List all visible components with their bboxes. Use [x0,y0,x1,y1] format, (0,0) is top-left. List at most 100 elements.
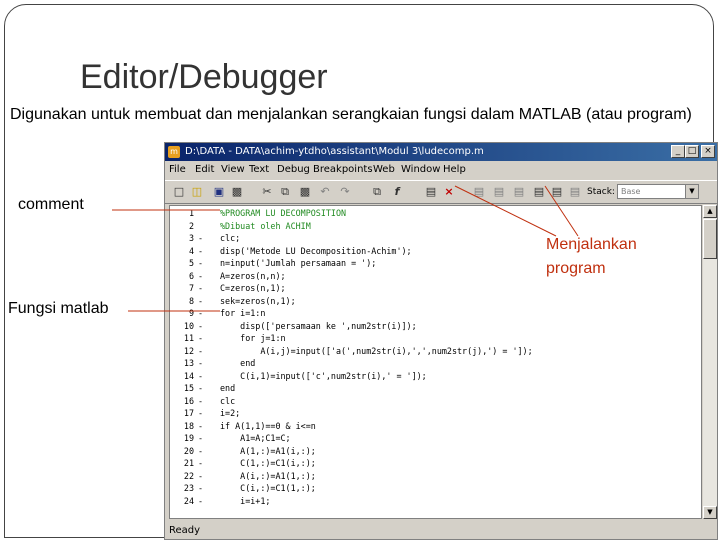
breakpoint-marker[interactable]: - [198,371,206,382]
chevron-down-icon[interactable]: ▼ [685,185,698,198]
breakpoint-marker[interactable]: - [198,233,206,244]
line-number: 16 [183,395,194,406]
undo-icon[interactable]: ↶ [317,184,333,200]
line-number: 20 [183,445,194,456]
menu-help[interactable]: Help [443,164,466,175]
line-number: 24 [183,495,194,506]
exit-debug-icon[interactable]: ▤ [549,184,565,200]
code-line[interactable]: 12- A(i,j)=input(['a(',num2str(i),',',nu… [170,346,690,357]
clear-breakpoints-icon[interactable]: × [441,184,457,200]
paste-icon[interactable]: ▩ [297,184,313,200]
line-number: 6 [188,270,194,281]
breakpoint-marker[interactable]: - [198,308,206,319]
breakpoint-marker[interactable]: - [198,483,206,494]
breakpoint-marker[interactable]: - [198,446,206,457]
code-line[interactable]: 10- disp(['persamaan ke ',num2str(i)]); [170,321,690,332]
open-folder-icon[interactable]: ◫ [189,184,205,200]
scroll-down-icon[interactable]: ▼ [703,506,717,519]
line-number: 3 [188,233,194,243]
code-text: C=zeros(n,1); [220,283,286,293]
breakpoint-marker[interactable]: - [198,496,206,507]
line-number: 21 [183,458,194,468]
code-line[interactable]: 19- A1=A;C1=C; [170,433,690,444]
breakpoint-marker[interactable]: - [198,408,206,419]
code-line[interactable]: 17- i=2; [170,408,690,419]
breakpoint-marker[interactable]: - [198,283,206,294]
breakpoint-marker[interactable]: - [198,321,206,332]
code-line[interactable]: 11- for j=1:n [170,333,690,344]
code-line[interactable]: 16- clc [170,396,690,407]
menu-edit[interactable]: Edit [195,164,214,175]
code-text: A(1,:)=A1(i,:); [220,445,316,456]
save-icon[interactable]: ▣ [211,184,227,200]
breakpoint-marker[interactable]: - [198,271,206,282]
find-icon[interactable]: ⧉ [369,184,385,200]
line-number: 14 [183,370,194,381]
code-line[interactable]: 14- C(i,1)=input(['c',num2str(i),' = '])… [170,371,690,382]
code-line[interactable]: 8- sek=zeros(n,1); [170,296,690,307]
menu-web[interactable]: Web [373,164,395,175]
menu-view[interactable]: View [221,164,245,175]
breakpoint-marker[interactable]: - [198,358,206,369]
breakpoint-marker[interactable]: - [198,383,206,394]
stack-select[interactable]: Base ▼ [617,184,699,199]
menu-breakpoints[interactable]: Breakpoints [313,164,373,175]
breakpoint-marker[interactable]: - [198,296,206,307]
code-text: A(i,:)=A1(1,:); [220,470,316,481]
breakpoint-marker[interactable]: - [198,258,206,269]
breakpoint-marker[interactable]: - [198,333,206,344]
new-file-icon[interactable]: □ [171,184,187,200]
window-titlebar: m D:\DATA - DATA\achim-ytdho\assistant\M… [165,143,717,161]
copy-icon[interactable]: ⧉ [277,184,293,200]
code-text: disp('Metode LU Decomposition-Achim'); [220,245,412,256]
code-line[interactable]: 20- A(1,:)=A1(i,:); [170,446,690,457]
function-icon[interactable]: f [389,184,405,200]
line-number: 2 [188,220,194,231]
code-line[interactable]: 7- C=zeros(n,1); [170,283,690,294]
line-number: 12 [183,345,194,356]
code-text: A1=A;C1=C; [220,433,291,443]
code-line[interactable]: 22- A(i,:)=A1(1,:); [170,471,690,482]
maximize-icon[interactable]: □ [685,145,699,158]
breakpoint-marker[interactable]: - [198,471,206,482]
run-icon[interactable]: ▤ [423,184,439,200]
code-line[interactable]: 1 %PROGRAM LU DECOMPOSITION [170,208,690,219]
menu-file[interactable]: File [169,164,186,175]
print-icon[interactable]: ▩ [229,184,245,200]
code-line[interactable]: 23- C(i,:)=C1(1,:); [170,483,690,494]
breakpoint-marker[interactable]: - [198,433,206,444]
menu-window[interactable]: Window [401,164,440,175]
code-line[interactable]: 24- i=i+1; [170,496,690,507]
breakpoint-marker[interactable]: - [198,396,206,407]
minimize-icon[interactable]: _ [671,145,685,158]
breakpoint-marker[interactable]: - [198,246,206,257]
scroll-thumb[interactable] [703,219,717,259]
line-number: 1 [188,208,194,218]
breakpoint-marker[interactable]: - [198,458,206,469]
breakpoint-marker[interactable]: - [198,346,206,357]
line-number: 4 [188,245,194,256]
close-icon[interactable]: × [701,145,715,158]
line-number: 18 [183,420,194,431]
code-line[interactable]: 9- for i=1:n [170,308,690,319]
step-icon[interactable]: ▤ [471,184,487,200]
breakpoint-marker[interactable]: - [198,421,206,432]
window-title: D:\DATA - DATA\achim-ytdho\assistant\Mod… [185,146,484,157]
stop-icon[interactable]: ▤ [567,184,583,200]
line-number: 8 [188,295,194,306]
code-line[interactable]: 15- end [170,383,690,394]
scroll-up-icon[interactable]: ▲ [703,205,717,218]
step-out-icon[interactable]: ▤ [511,184,527,200]
menu-text[interactable]: Text [249,164,269,175]
cut-icon[interactable]: ✂ [259,184,275,200]
code-comment: %PROGRAM LU DECOMPOSITION [220,208,347,218]
code-line[interactable]: 2 %Dibuat oleh ACHIM [170,221,690,232]
code-line[interactable]: 21- C(1,:)=C1(i,:); [170,458,690,469]
menu-debug[interactable]: Debug [277,164,310,175]
redo-icon[interactable]: ↷ [337,184,353,200]
continue-icon[interactable]: ▤ [531,184,547,200]
code-line[interactable]: 18- if A(1,1)==0 & i<=n [170,421,690,432]
step-in-icon[interactable]: ▤ [491,184,507,200]
vertical-scrollbar[interactable]: ▲ ▼ [703,205,717,519]
code-line[interactable]: 13- end [170,358,690,369]
